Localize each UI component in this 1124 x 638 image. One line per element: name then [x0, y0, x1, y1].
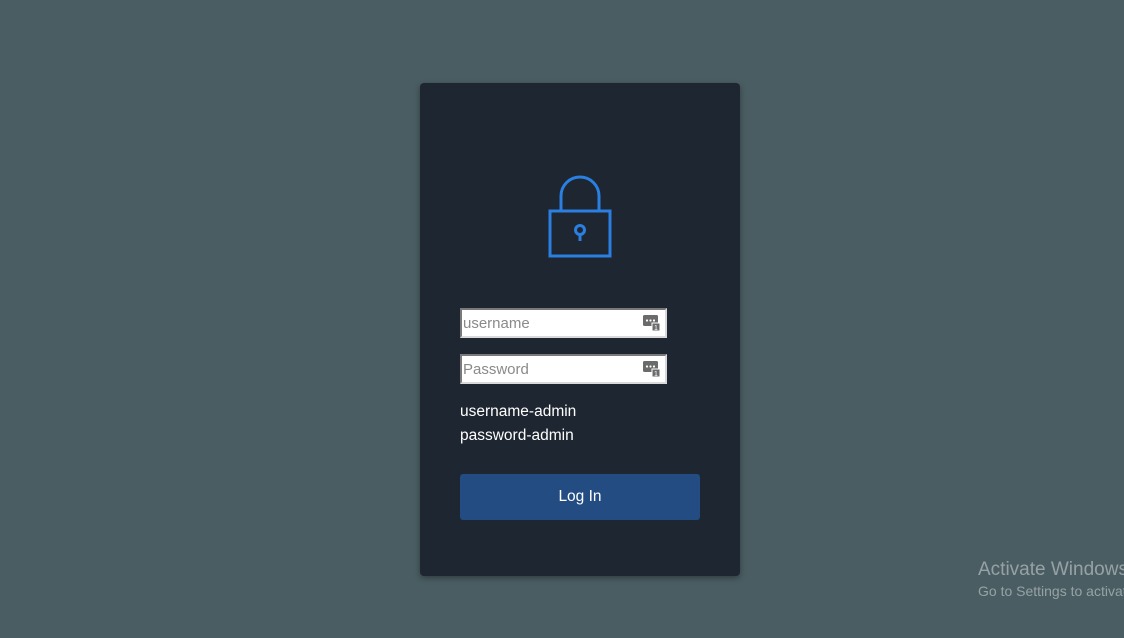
svg-text:1: 1: [654, 325, 658, 332]
watermark-title: Activate Windows: [978, 559, 1124, 580]
password-manager-icon[interactable]: 1: [643, 360, 661, 378]
password-hint: password-admin: [460, 427, 574, 444]
activation-watermark: Activate Windows Go to Settings to activ…: [978, 559, 1124, 599]
lock-icon: [548, 175, 612, 258]
username-hint: username-admin: [460, 403, 577, 420]
username-field[interactable]: 1: [460, 308, 667, 338]
password-input[interactable]: [462, 356, 637, 382]
username-input[interactable]: [462, 310, 637, 336]
password-manager-icon[interactable]: 1: [643, 314, 661, 332]
page: 1 1 username-admin password-admin Log In…: [0, 0, 1124, 638]
login-card: 1 1 username-admin password-admin Log In: [420, 83, 740, 576]
watermark-subtitle: Go to Settings to activate Windows.: [978, 583, 1124, 599]
password-field[interactable]: 1: [460, 354, 667, 384]
login-button[interactable]: Log In: [460, 474, 700, 520]
svg-text:1: 1: [654, 371, 658, 378]
